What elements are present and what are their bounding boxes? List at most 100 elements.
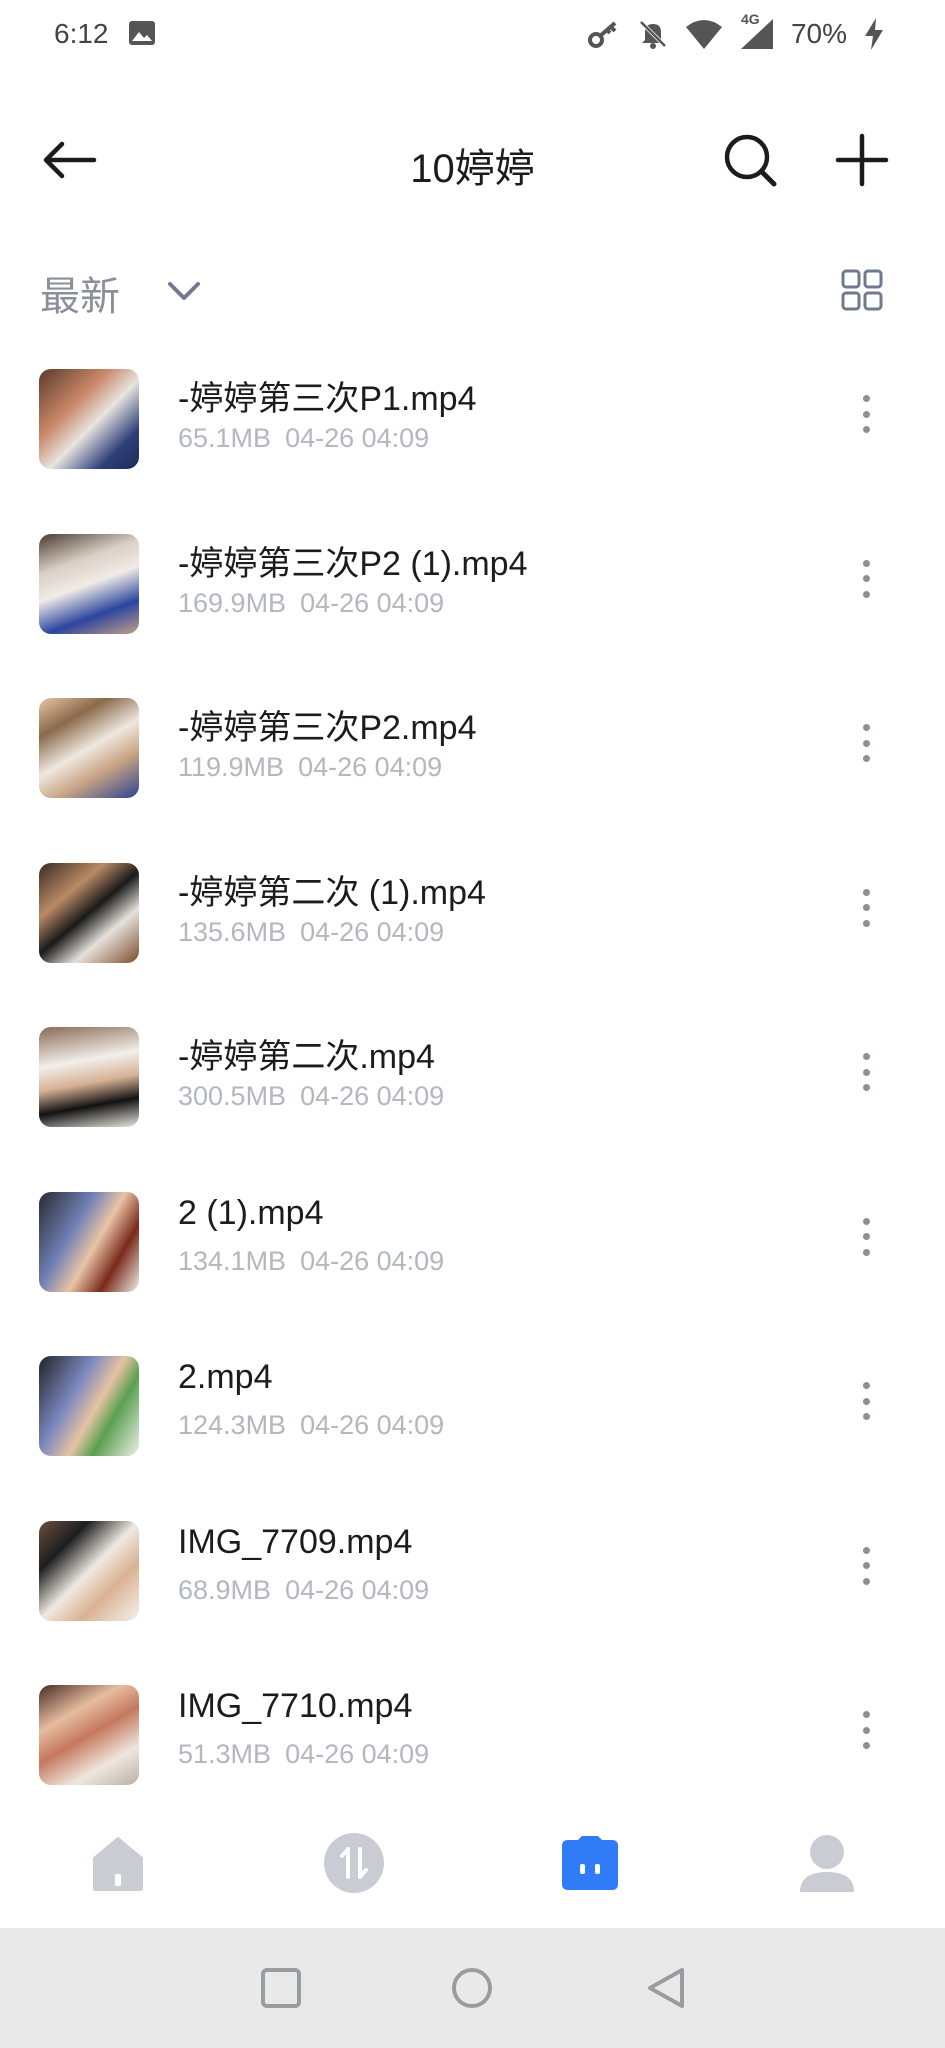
file-meta: 300.5MB 04-26 04:09 xyxy=(178,1081,444,1112)
more-options-button[interactable] xyxy=(846,718,886,768)
file-meta: 68.9MB 04-26 04:09 xyxy=(178,1575,429,1606)
file-date: 04-26 04:09 xyxy=(300,1410,445,1440)
more-dot xyxy=(862,1084,870,1091)
video-thumbnail xyxy=(39,533,139,634)
file-date: 04-26 04:09 xyxy=(300,587,445,618)
file-size: 51.3MB xyxy=(178,1739,272,1769)
more-vertical-icon xyxy=(862,1711,870,1718)
file-name: IMG_7710.mp4 xyxy=(178,1687,413,1725)
file-row[interactable]: -婷婷第二次.mp4 300.5MB 04-26 04:09 xyxy=(0,1015,945,1180)
file-name: -婷婷第三次P1.mp4 xyxy=(178,380,477,418)
more-vertical-icon xyxy=(862,559,870,567)
more-dot xyxy=(862,1068,870,1076)
more-options-button[interactable] xyxy=(846,883,886,933)
profile-icon xyxy=(800,1835,854,1892)
file-size: 135.6MB xyxy=(178,916,287,947)
battery-percent: 70% xyxy=(790,18,847,49)
file-size: 300.5MB xyxy=(178,1081,287,1111)
nav-home[interactable] xyxy=(83,1828,153,1898)
home-circle-icon[interactable] xyxy=(450,1966,494,2010)
back-triangle-icon[interactable] xyxy=(644,1966,688,2010)
page-title: 10婷婷 xyxy=(410,147,535,191)
more-dot xyxy=(862,1562,870,1569)
more-options-button[interactable] xyxy=(846,1212,886,1262)
files-icon xyxy=(562,1836,618,1890)
more-options-button[interactable] xyxy=(846,1047,886,1097)
notifications-muted-icon xyxy=(639,20,667,49)
cell-signal: 4G xyxy=(739,11,775,51)
video-thumbnail xyxy=(39,862,139,963)
status-time: 6:12 xyxy=(54,18,109,49)
file-name: 2.mp4 xyxy=(178,1358,273,1396)
more-dot xyxy=(862,1233,870,1240)
more-dot xyxy=(862,426,870,433)
more-dot xyxy=(862,1248,870,1256)
more-dot xyxy=(862,1742,870,1749)
app-header: 10婷婷 xyxy=(0,100,945,220)
file-row[interactable]: -婷婷第三次P2 (1).mp4 169.9MB 04-26 04:09 xyxy=(0,522,945,687)
video-thumbnail xyxy=(39,1027,139,1127)
file-size: 119.9MB xyxy=(178,752,285,782)
file-date: 04-26 04:09 xyxy=(285,1739,430,1769)
sort-bar: 最新 xyxy=(0,258,945,328)
transfer-icon xyxy=(324,1833,384,1893)
file-row[interactable]: 2.mp4 124.3MB 04-26 04:09 xyxy=(0,1344,945,1509)
gallery-notification-icon xyxy=(129,21,155,45)
file-size: 134.1MB xyxy=(178,1245,287,1276)
video-thumbnail xyxy=(39,1520,139,1621)
more-options-button[interactable] xyxy=(846,1541,886,1591)
more-dot xyxy=(862,590,870,598)
recents-icon[interactable] xyxy=(259,1966,303,2010)
file-row[interactable]: -婷婷第三次P2.mp4 119.9MB 04-26 04:09 xyxy=(0,686,945,851)
more-vertical-icon xyxy=(862,395,870,402)
chevron-down-icon[interactable] xyxy=(164,272,204,312)
nav-transfer[interactable] xyxy=(319,1828,389,1898)
file-name: -婷婷第三次P2.mp4 xyxy=(178,709,477,747)
more-dot xyxy=(862,739,870,747)
file-row[interactable]: 2 (1).mp4 134.1MB 04-26 04:09 xyxy=(0,1180,945,1345)
more-vertical-icon xyxy=(862,888,870,896)
file-size: 124.3MB xyxy=(178,1410,287,1440)
file-name: 2 (1).mp4 xyxy=(178,1193,324,1232)
file-meta: 135.6MB 04-26 04:09 xyxy=(178,917,444,948)
more-options-button[interactable] xyxy=(846,554,886,604)
search-button[interactable] xyxy=(718,128,782,192)
file-name: IMG_7709.mp4 xyxy=(178,1522,413,1561)
more-options-button[interactable] xyxy=(846,1376,886,1426)
more-dot xyxy=(862,1413,870,1420)
file-meta: 65.1MB 04-26 04:09 xyxy=(178,423,429,454)
plus-icon xyxy=(835,133,889,187)
file-date: 04-26 04:09 xyxy=(300,1081,445,1111)
charging-icon xyxy=(865,18,883,50)
file-list: -婷婷第三次P1.mp4 65.1MB 04-26 04:09 -婷婷第三次P2 … xyxy=(0,357,945,1838)
signal-icon xyxy=(740,19,773,49)
nav-files[interactable] xyxy=(555,1828,625,1898)
file-row[interactable]: -婷婷第三次P1.mp4 65.1MB 04-26 04:09 xyxy=(0,357,945,522)
file-row[interactable]: -婷婷第二次 (1).mp4 135.6MB 04-26 04:09 xyxy=(0,851,945,1016)
file-meta: 169.9MB 04-26 04:09 xyxy=(178,588,444,619)
more-options-button[interactable] xyxy=(846,1705,886,1755)
file-date: 04-26 04:09 xyxy=(285,423,430,453)
sort-selector[interactable]: 最新 xyxy=(40,264,120,322)
file-meta: 134.1MB 04-26 04:09 xyxy=(178,1246,444,1277)
more-vertical-icon xyxy=(862,1217,870,1225)
video-thumbnail xyxy=(39,1356,139,1456)
file-date: 04-26 04:09 xyxy=(300,916,445,947)
file-size: 68.9MB xyxy=(178,1574,272,1605)
more-dot xyxy=(862,904,870,911)
more-vertical-icon xyxy=(862,724,870,731)
search-icon xyxy=(724,134,777,187)
file-date: 04-26 04:09 xyxy=(300,1245,445,1276)
video-thumbnail xyxy=(39,369,139,469)
add-button[interactable] xyxy=(830,128,894,192)
file-name: -婷婷第二次.mp4 xyxy=(178,1038,435,1076)
file-date: 04-26 04:09 xyxy=(285,1574,430,1605)
file-row[interactable]: IMG_7709.mp4 68.9MB 04-26 04:09 xyxy=(0,1509,945,1674)
more-options-button[interactable] xyxy=(846,389,886,439)
home-icon xyxy=(93,1837,143,1891)
nav-profile[interactable] xyxy=(792,1828,862,1898)
status-indicators: 4G 70% xyxy=(587,11,885,52)
file-date: 04-26 04:09 xyxy=(298,752,443,782)
grid-view-icon[interactable] xyxy=(840,268,884,312)
more-dot xyxy=(862,575,870,582)
